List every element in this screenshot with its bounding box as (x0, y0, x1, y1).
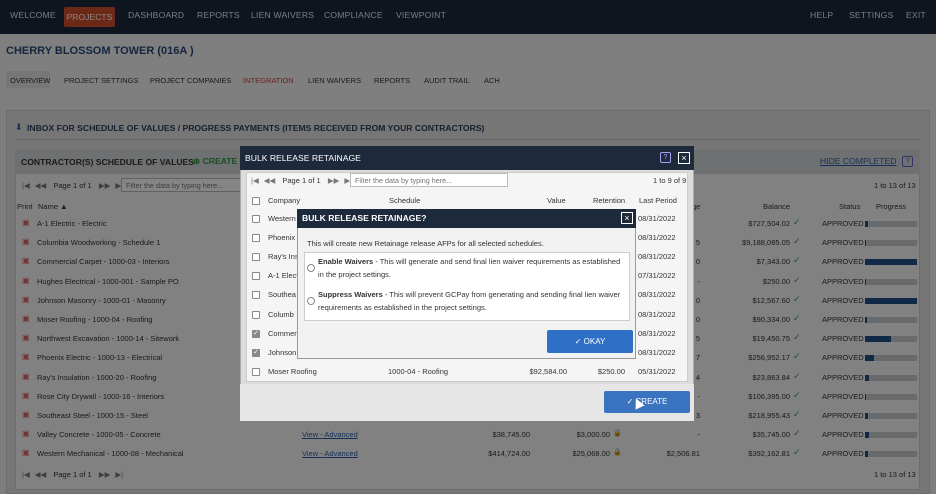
row-checkbox[interactable] (252, 234, 260, 243)
bulk-release-title: BULK RELEASE RETAINAGE (245, 153, 361, 163)
last-period-cell: 08/31/2022 (638, 214, 676, 223)
company-cell: Johnson (268, 347, 297, 357)
next-page-icon[interactable]: ▶▶ (328, 176, 340, 185)
row-checkbox[interactable] (252, 291, 260, 300)
enable-waivers-option[interactable]: Enable Waivers - This will generate and … (318, 256, 628, 281)
help-icon[interactable]: ? (660, 152, 671, 163)
last-period-cell: 08/31/2022 (638, 309, 676, 319)
create-button[interactable]: ✓ CREATE (604, 391, 690, 413)
company-cell: Western (268, 214, 296, 223)
company-cell: Commer (268, 328, 297, 338)
col-schedule[interactable]: Schedule (389, 196, 420, 205)
suppress-waivers-radio[interactable] (307, 297, 315, 305)
table-row[interactable]: Moser Roofing 1000-04 - Roofing $92,584.00… (247, 363, 687, 382)
last-period-cell: 07/31/2022 (638, 271, 676, 281)
last-period-cell: 08/31/2022 (638, 328, 676, 338)
bulk-release-header: BULK RELEASE RETAINAGE (240, 146, 694, 170)
retention-cell: $250.00 (597, 366, 625, 376)
company-cell: Phoenix (268, 233, 296, 243)
col-value[interactable]: Value (547, 196, 566, 205)
last-period-cell: 08/31/2022 (638, 252, 676, 262)
last-period-cell: 08/31/2022 (638, 233, 676, 243)
last-period-cell: 05/31/2022 (638, 366, 676, 376)
company-cell: Columb (268, 309, 294, 319)
company-cell: Moser Roofing (268, 366, 317, 376)
row-checkbox[interactable] (252, 348, 260, 357)
value-cell: $92,584.00 (529, 366, 567, 376)
bulk-filter-input[interactable] (350, 173, 508, 187)
last-period-cell: 08/31/2022 (638, 290, 676, 300)
bulk-pager: |◀ ◀◀ Page 1 of 1 ▶▶ ▶| (251, 176, 357, 185)
company-cell: Southea (268, 290, 296, 300)
okay-button-label: OKAY (583, 337, 606, 346)
company-cell: Ray's Ins (268, 252, 299, 262)
row-checkbox[interactable] (252, 215, 260, 223)
prev-page-icon[interactable]: ◀◀ (264, 176, 276, 185)
row-checkbox[interactable] (252, 310, 260, 319)
confirm-description: This will create new Retainage release A… (307, 239, 544, 248)
select-all-checkbox[interactable] (252, 197, 260, 205)
col-last-period[interactable]: Last Period (639, 196, 677, 205)
company-cell: A-1 Elect (268, 271, 299, 281)
close-icon[interactable]: × (678, 152, 690, 164)
enable-waivers-radio[interactable] (307, 264, 315, 272)
last-period-cell: 08/31/2022 (638, 347, 676, 357)
row-checkbox[interactable] (252, 253, 260, 262)
okay-button[interactable]: ✓ OKAY (547, 330, 633, 353)
col-company[interactable]: Company (268, 196, 300, 205)
page-indicator: Page 1 of 1 (282, 176, 321, 185)
enable-waivers-title: Enable Waivers (318, 257, 374, 266)
confirm-title: BULK RELEASE RETAINAGE? (302, 213, 427, 223)
suppress-waivers-title: Suppress Waivers (318, 290, 383, 299)
suppress-waivers-option[interactable]: Suppress Waivers - This will prevent GCP… (318, 289, 628, 314)
row-checkbox[interactable] (252, 367, 260, 376)
schedule-cell: 1000-04 - Roofing (388, 366, 449, 376)
row-checkbox[interactable] (252, 272, 260, 281)
col-retention[interactable]: Retention (593, 196, 625, 205)
confirm-header: BULK RELEASE RETAINAGE? (297, 209, 636, 228)
bulk-count: 1 to 9 of 9 (653, 176, 687, 185)
close-icon[interactable]: × (621, 212, 633, 224)
row-checkbox[interactable] (252, 329, 260, 338)
first-page-icon[interactable]: |◀ (251, 176, 259, 185)
